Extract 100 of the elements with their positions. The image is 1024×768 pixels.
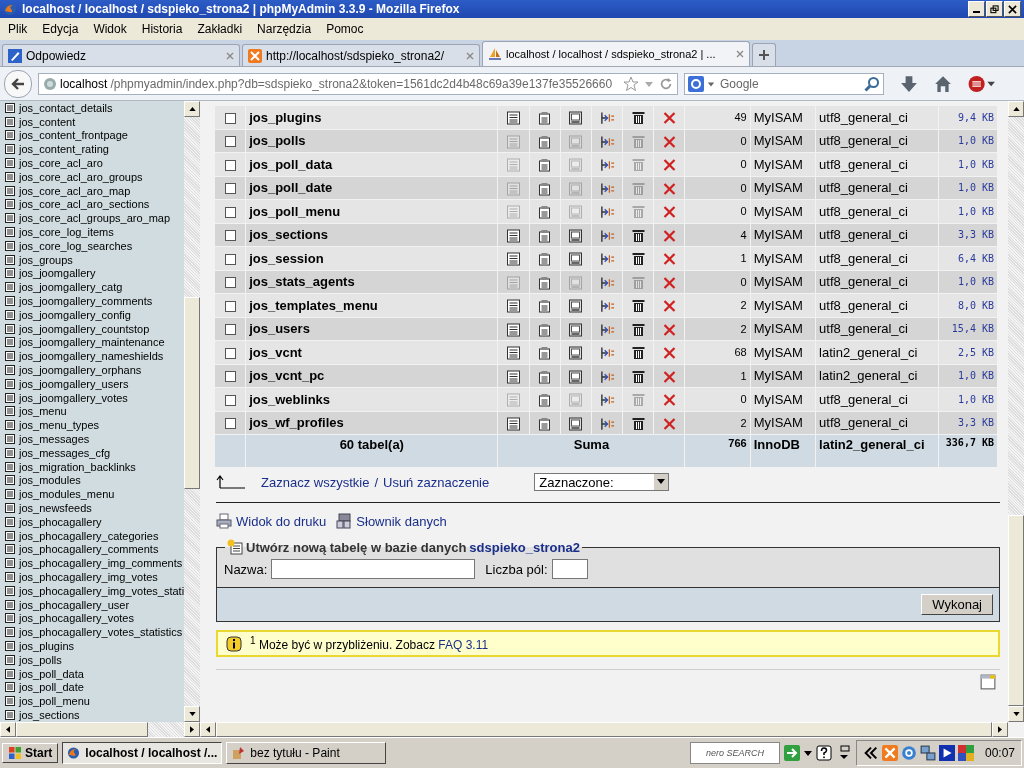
search-table-icon[interactable] <box>568 322 584 337</box>
sidebar-item[interactable]: jos_core_acl_aro_sections <box>19 198 150 211</box>
table-icon[interactable] <box>5 240 15 251</box>
table-name[interactable]: jos_session <box>246 247 498 270</box>
table-icon[interactable] <box>5 144 15 155</box>
row-checkbox[interactable] <box>224 183 236 195</box>
help-icon[interactable] <box>815 745 832 761</box>
table-icon[interactable] <box>5 709 15 720</box>
sidebar-item[interactable]: jos_polls <box>19 653 62 666</box>
delete-x-icon[interactable] <box>661 228 677 243</box>
table-name-input[interactable] <box>271 559 476 579</box>
colored-squares-icon[interactable] <box>957 745 974 761</box>
reload-icon[interactable] <box>659 76 673 91</box>
browse-icon[interactable] <box>506 416 522 431</box>
table-icon[interactable] <box>5 447 15 458</box>
sidebar-item[interactable]: jos_content_frontpage <box>19 129 128 142</box>
insert-row-icon[interactable] <box>599 416 615 431</box>
start-button[interactable]: Start <box>2 743 59 763</box>
row-checkbox[interactable] <box>224 136 236 148</box>
dropdown-arrow-icon[interactable] <box>657 479 666 485</box>
delete-x-icon[interactable] <box>661 158 677 173</box>
structure-icon[interactable] <box>537 228 553 243</box>
scroll-down-icon[interactable] <box>188 712 196 716</box>
table-icon[interactable] <box>5 323 15 334</box>
size-cell[interactable]: 6,4 KB <box>938 247 997 270</box>
browser-tab[interactable]: http://localhost/sdspieko_strona2/ <box>242 44 480 66</box>
close-icon[interactable] <box>736 50 744 58</box>
table-icon[interactable] <box>5 613 15 624</box>
delete-x-icon[interactable] <box>661 322 677 337</box>
table-name[interactable]: jos_stats_agents <box>246 270 498 293</box>
table-icon[interactable] <box>5 116 15 127</box>
size-cell[interactable]: 8,0 KB <box>938 294 997 317</box>
row-checkbox[interactable] <box>224 347 236 359</box>
data-dictionary-link[interactable]: Słownik danych <box>356 513 447 529</box>
table-icon[interactable] <box>5 668 15 679</box>
search-table-icon[interactable] <box>568 228 584 243</box>
size-cell[interactable]: 1,0 KB <box>938 129 997 152</box>
size-cell[interactable]: 15,4 KB <box>938 317 997 340</box>
trash-icon[interactable] <box>630 369 646 384</box>
structure-icon[interactable] <box>537 111 553 126</box>
sidebar-item[interactable]: jos_joomgallery_catg <box>19 281 123 294</box>
delete-x-icon[interactable] <box>661 346 677 361</box>
vertical-scrollbar[interactable] <box>1008 101 1024 722</box>
delete-x-icon[interactable] <box>661 369 677 384</box>
table-icon[interactable] <box>5 171 15 182</box>
sidebar-item[interactable]: jos_poll_menu <box>19 695 90 708</box>
sidebar-item[interactable]: jos_sections <box>19 708 80 721</box>
with-selected-dropdown[interactable]: Zaznaczone: <box>534 473 670 491</box>
back-button[interactable] <box>4 69 32 98</box>
network-icon[interactable] <box>919 745 936 761</box>
insert-row-icon[interactable] <box>599 322 615 337</box>
faq-link[interactable]: FAQ 3.11 <box>438 638 489 652</box>
horizontal-scrollbar[interactable] <box>200 722 1008 737</box>
structure-icon[interactable] <box>537 346 553 361</box>
new-tab-button[interactable] <box>752 43 776 66</box>
delete-x-icon[interactable] <box>661 252 677 267</box>
table-icon[interactable] <box>5 654 15 665</box>
table-icon[interactable] <box>5 296 15 307</box>
table-icon[interactable] <box>5 227 15 238</box>
table-name[interactable]: jos_vcnt <box>246 341 498 364</box>
minimize-button[interactable] <box>968 1 985 17</box>
table-icon[interactable] <box>5 558 15 569</box>
sidebar-item[interactable]: jos_migration_backlinks <box>19 460 136 473</box>
table-icon[interactable] <box>5 503 15 513</box>
browse-icon[interactable] <box>506 346 522 361</box>
taskbar-button[interactable]: localhost / localhost /... <box>62 742 223 764</box>
sidebar-item[interactable]: jos_messages <box>19 433 90 445</box>
table-icon[interactable] <box>5 102 15 113</box>
sidebar-item[interactable]: jos_core_log_searches <box>19 239 133 252</box>
table-icon[interactable] <box>5 309 15 320</box>
table-icon[interactable] <box>5 516 15 527</box>
menu-item[interactable]: Widok <box>93 22 127 36</box>
sidebar-item[interactable]: jos_joomgallery_countstop <box>19 322 150 335</box>
horizontal-scrollbar[interactable] <box>0 722 200 737</box>
browse-icon[interactable] <box>506 228 522 243</box>
structure-icon[interactable] <box>537 181 553 196</box>
size-cell[interactable]: 1,0 KB <box>938 176 997 199</box>
table-name[interactable]: jos_users <box>246 317 498 340</box>
delete-x-icon[interactable] <box>661 299 677 314</box>
uncheck-all-link[interactable]: Usuń zaznaczenie <box>383 474 490 490</box>
insert-row-icon[interactable] <box>599 369 615 384</box>
table-name[interactable]: jos_templates_menu <box>246 294 498 317</box>
table-icon[interactable] <box>5 489 15 500</box>
size-cell[interactable]: 2,5 KB <box>938 341 997 364</box>
home-icon[interactable] <box>934 74 952 93</box>
table-icon[interactable] <box>5 199 15 210</box>
insert-row-icon[interactable] <box>599 252 615 267</box>
close-icon[interactable] <box>226 51 234 60</box>
row-checkbox[interactable] <box>224 112 236 124</box>
structure-icon[interactable] <box>537 205 553 220</box>
row-checkbox[interactable] <box>224 253 236 265</box>
search-table-icon[interactable] <box>568 369 584 384</box>
trash-icon[interactable] <box>630 346 646 361</box>
field-count-input[interactable] <box>551 559 588 579</box>
row-checkbox[interactable] <box>224 206 236 218</box>
trash-icon[interactable] <box>630 322 646 337</box>
browser-tab[interactable]: Odpowiedz <box>2 44 240 66</box>
table-name[interactable]: jos_weblinks <box>246 388 498 411</box>
structure-icon[interactable] <box>537 369 553 384</box>
table-name[interactable]: jos_poll_data <box>246 153 498 176</box>
